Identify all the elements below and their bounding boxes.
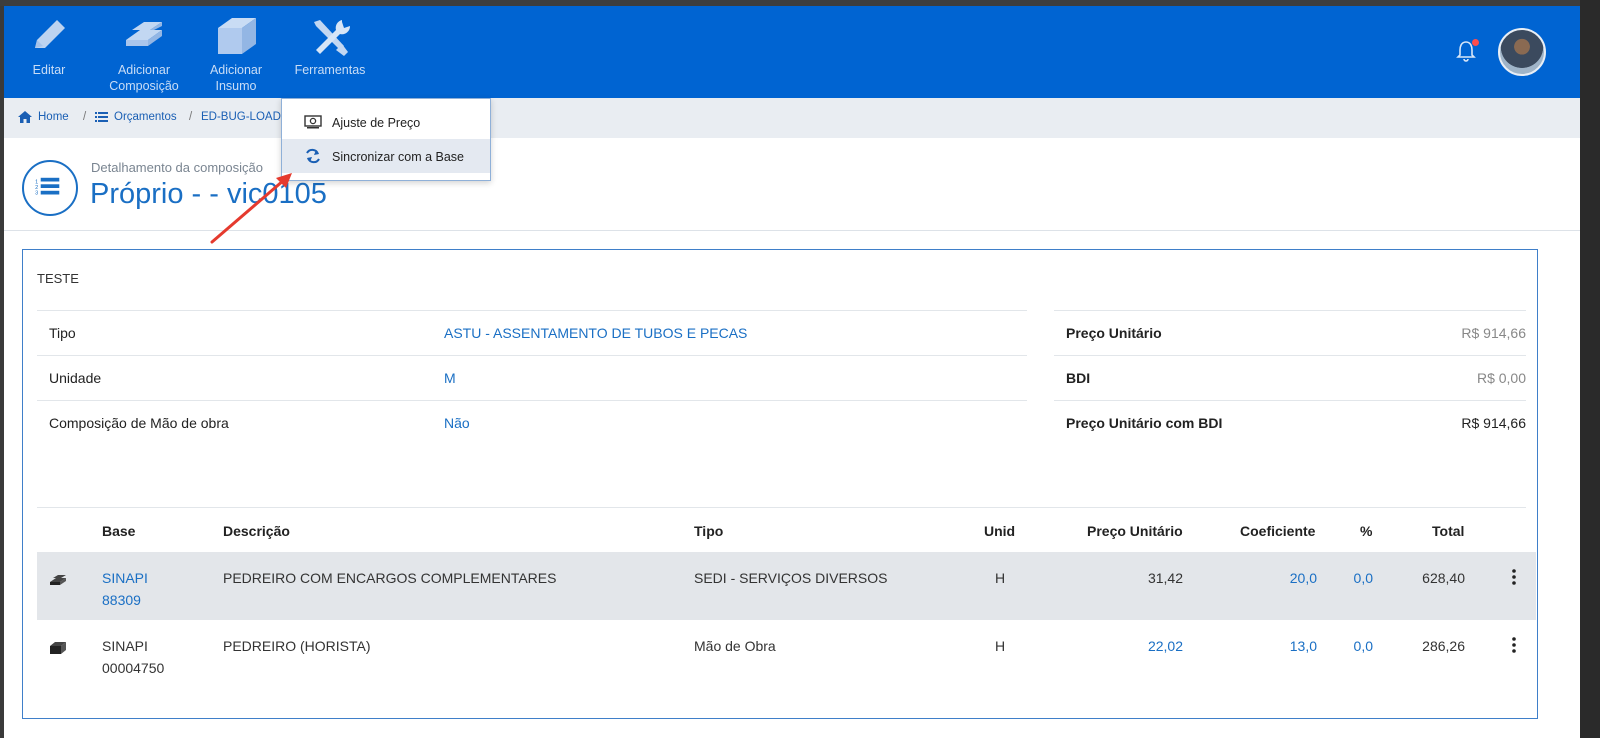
col-total: Total [1432, 523, 1465, 539]
tools-label: Ferramentas [294, 63, 366, 77]
cell-unid: H [995, 638, 1006, 654]
list-icon [95, 112, 108, 122]
bricks-icon [126, 22, 162, 46]
base-link[interactable]: SINAPI 88309 [102, 567, 148, 611]
breadcrumb-separator: / [83, 111, 87, 123]
add-insumo-button[interactable]: Adicionar Insumo [200, 14, 272, 94]
app-window: Editar Adicionar Composição Adicionar In… [4, 6, 1580, 738]
cell-tipo: SEDI - SERVIÇOS DIVERSOS [694, 570, 888, 586]
menu-item-sincronizar[interactable]: Sincronizar com a Base [282, 139, 490, 173]
cell-total: 628,40 [1422, 570, 1465, 586]
base-cell: SINAPI 00004750 [102, 635, 164, 679]
price-key: Preço Unitário [1066, 325, 1162, 341]
price-row-com-bdi: Preço Unitário com BDI R$ 914,66 [1054, 400, 1526, 445]
edit-button[interactable]: Editar [24, 14, 74, 78]
kebab-menu-icon[interactable] [1512, 569, 1516, 585]
annotation-arrow [210, 173, 292, 244]
price-row-unitario: Preço Unitário R$ 914,66 [1054, 310, 1526, 355]
price-row-bdi: BDI R$ 0,00 [1054, 355, 1526, 400]
info-key: Composição de Mão de obra [49, 415, 229, 431]
info-key: Tipo [49, 325, 76, 341]
breadcrumb-current[interactable]: ED-BUG-LOADIN [201, 111, 292, 123]
cell-preco: 31,42 [1147, 570, 1183, 586]
cell-descricao: PEDREIRO COM ENCARGOS COMPLEMENTARES [223, 570, 557, 586]
tools-button[interactable]: Ferramentas [290, 14, 370, 78]
menu-item-label: Sincronizar com a Base [332, 150, 465, 164]
cell-descricao: PEDREIRO (HORISTA) [223, 638, 371, 654]
edit-label: Editar [32, 63, 66, 77]
breadcrumb-home[interactable]: Home [38, 111, 69, 123]
breadcrumb-orcamentos[interactable]: Orçamentos [114, 111, 177, 123]
table-header: Base Descrição Tipo Unid Preço Unitário … [37, 507, 1526, 552]
top-toolbar: Editar Adicionar Composição Adicionar In… [4, 6, 1580, 98]
money-icon [304, 115, 322, 129]
info-value[interactable]: Não [444, 415, 470, 431]
col-percent: % [1360, 523, 1373, 539]
col-preco: Preço Unitário [1087, 523, 1183, 539]
base-code: 88309 [102, 592, 141, 608]
info-key: Unidade [49, 370, 102, 386]
window-right-edge [1580, 0, 1600, 738]
home-icon [18, 111, 32, 123]
table-row[interactable]: SINAPI 00004750 PEDREIRO (HORISTA) Mão de… [37, 620, 1536, 688]
add-composition-label: Adicionar Composição [109, 63, 179, 93]
info-row-tipo: Tipo ASTU - ASSENTAMENTO DE TUBOS E PECA… [37, 310, 1027, 355]
col-unid: Unid [984, 523, 1016, 539]
sync-icon [306, 148, 320, 164]
bricks-icon [50, 575, 66, 585]
info-value[interactable]: ASTU - ASSENTAMENTO DE TUBOS E PECAS [444, 325, 747, 341]
cell-percent[interactable]: 0,0 [1337, 635, 1373, 657]
price-value: R$ 914,66 [1461, 415, 1526, 431]
tools-dropdown-menu: Ajuste de Preço Sincronizar com a Base [281, 98, 491, 181]
cell-unid: H [995, 570, 1006, 586]
col-tipo: Tipo [694, 523, 724, 539]
price-key: Preço Unitário com BDI [1066, 415, 1223, 431]
info-value[interactable]: M [444, 370, 456, 386]
cell-tipo: Mão de Obra [694, 638, 776, 654]
price-value: R$ 0,00 [1476, 370, 1526, 386]
cell-preco[interactable]: 22,02 [1117, 635, 1183, 657]
composition-card: TESTE Tipo ASTU - ASSENTAMENTO DE TUBOS … [22, 249, 1538, 719]
notification-dot [1472, 39, 1479, 46]
svg-text:3: 3 [35, 191, 38, 197]
breadcrumb: Home / Orçamentos / ED-BUG-LOADIN [4, 98, 1580, 138]
pencil-icon [35, 20, 65, 48]
cell-total: 286,26 [1422, 638, 1465, 654]
info-row-mao-de-obra: Composição de Mão de obra Não [37, 400, 1027, 445]
card-title: TESTE [37, 271, 79, 286]
cell-coeficiente[interactable]: 13,0 [1263, 635, 1317, 657]
base-name: SINAPI [102, 570, 148, 586]
price-value: R$ 914,66 [1461, 325, 1526, 341]
avatar[interactable] [1498, 28, 1546, 76]
cell-coeficiente[interactable]: 20,0 [1263, 567, 1317, 589]
add-composition-button[interactable]: Adicionar Composição [102, 14, 186, 94]
add-insumo-label: Adicionar Insumo [209, 63, 263, 93]
col-coeficiente: Coeficiente [1240, 523, 1316, 539]
block-icon [50, 642, 66, 654]
breadcrumb-separator: / [189, 111, 193, 123]
cell-percent[interactable]: 0,0 [1337, 567, 1373, 589]
kebab-menu-icon[interactable] [1512, 637, 1516, 653]
base-name: SINAPI [102, 638, 148, 654]
col-base: Base [102, 523, 136, 539]
menu-item-ajuste-de-preco[interactable]: Ajuste de Preço [282, 105, 490, 139]
base-code: 00004750 [102, 660, 165, 676]
table-row[interactable]: SINAPI 88309 PEDREIRO COM ENCARGOS COMPLE… [37, 552, 1536, 620]
price-key: BDI [1066, 370, 1091, 386]
info-row-unidade: Unidade M [37, 355, 1027, 400]
block-icon [218, 18, 256, 54]
col-descricao: Descrição [223, 523, 290, 539]
menu-item-label: Ajuste de Preço [332, 116, 421, 130]
tools-icon [314, 20, 351, 56]
ordered-list-icon: 1 2 3 [22, 160, 78, 216]
